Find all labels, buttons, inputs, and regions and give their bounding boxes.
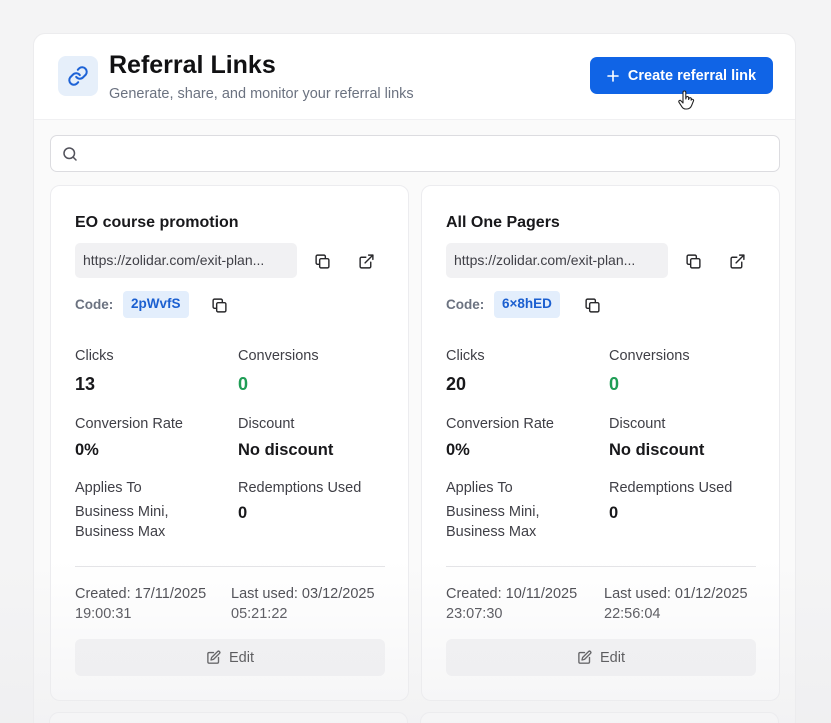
referral-url: https://zolidar.com/exit-plan... — [446, 243, 668, 278]
last-used-time: 05:21:22 — [231, 606, 288, 622]
edit-button[interactable]: Edit — [75, 639, 385, 676]
create-referral-link-label: Create referral link — [627, 67, 757, 84]
conversions-label: Conversions — [238, 348, 319, 364]
applies-to-line: Business Mini, — [75, 504, 169, 520]
edit-label: Edit — [229, 649, 254, 666]
hand-pointer-icon — [678, 90, 695, 110]
page-subtitle: Generate, share, and monitor your referr… — [109, 86, 414, 102]
search-icon — [63, 147, 77, 161]
code-badge: 2pWvfS — [123, 291, 189, 318]
last-used-timestamp: Last used: 03/12/2025 05:21:22 — [231, 584, 375, 624]
external-link-icon — [358, 253, 374, 269]
applies-to-label: Applies To — [75, 480, 142, 496]
card-divider — [446, 566, 756, 567]
last-used-date: Last used: 03/12/2025 — [231, 586, 375, 602]
conversions-label: Conversions — [609, 348, 690, 364]
create-referral-link-button[interactable]: Create referral link — [590, 57, 773, 94]
applies-to-line: Business Max — [446, 524, 537, 540]
created-timestamp: Created: 10/11/2025 23:07:30 — [446, 584, 577, 624]
created-timestamp: Created: 17/11/2025 19:00:31 — [75, 584, 206, 624]
redemptions-used-label: Redemptions Used — [609, 480, 733, 496]
search-input[interactable] — [87, 142, 767, 166]
last-used-time: 22:56:04 — [604, 606, 661, 622]
external-link-icon — [729, 253, 745, 269]
page-title: Referral Links — [109, 51, 276, 79]
redemptions-used-label: Redemptions Used — [238, 480, 362, 496]
next-card-peek — [49, 712, 408, 723]
copy-url-button[interactable] — [312, 251, 332, 271]
last-used-date: Last used: 01/12/2025 — [604, 586, 748, 602]
redemptions-used-value: 0 — [238, 504, 248, 522]
conversions-value: 0 — [609, 374, 620, 394]
conversion-rate-label: Conversion Rate — [446, 416, 554, 432]
created-date: Created: 17/11/2025 — [75, 586, 207, 602]
code-badge: 6×8hED — [494, 291, 560, 318]
plus-icon — [607, 69, 619, 82]
search-bar[interactable] — [50, 135, 780, 172]
open-link-button[interactable] — [356, 251, 376, 271]
created-date: Created: 10/11/2025 — [446, 586, 578, 602]
redemptions-used-value: 0 — [609, 504, 619, 522]
copy-icon — [584, 297, 600, 313]
applies-to-value: Business Mini, Business Max — [75, 502, 168, 542]
next-card-peek — [420, 712, 779, 723]
code-label: Code: — [75, 297, 114, 312]
conversion-rate-label: Conversion Rate — [75, 416, 183, 432]
applies-to-line: Business Max — [75, 524, 166, 540]
clicks-value: 20 — [446, 374, 467, 394]
link-icon — [58, 56, 98, 96]
open-link-button[interactable] — [727, 251, 747, 271]
card-title: All One Pagers — [446, 214, 560, 231]
edit-icon — [207, 650, 221, 664]
card-title: EO course promotion — [75, 214, 239, 231]
applies-to-line: Business Mini, — [446, 504, 540, 520]
edit-button[interactable]: Edit — [446, 639, 756, 676]
referral-url: https://zolidar.com/exit-plan... — [75, 243, 297, 278]
clicks-label: Clicks — [75, 348, 114, 364]
last-used-timestamp: Last used: 01/12/2025 22:56:04 — [604, 584, 748, 624]
clicks-label: Clicks — [446, 348, 485, 364]
copy-icon — [211, 297, 227, 313]
page-header: Referral Links Generate, share, and moni… — [34, 34, 795, 120]
referral-link-card: All One Pagers https://zolidar.com/exit-… — [421, 185, 780, 701]
card-divider — [75, 566, 385, 567]
referral-link-card: EO course promotion https://zolidar.com/… — [50, 185, 409, 701]
discount-value: No discount — [609, 441, 705, 459]
clicks-value: 13 — [75, 374, 96, 394]
created-time: 19:00:31 — [75, 606, 132, 622]
referral-links-panel: Referral Links Generate, share, and moni… — [33, 33, 796, 723]
applies-to-label: Applies To — [446, 480, 513, 496]
copy-icon — [314, 253, 330, 269]
copy-code-button[interactable] — [209, 295, 229, 315]
discount-value: No discount — [238, 441, 334, 459]
conversion-rate-value: 0% — [75, 441, 99, 459]
conversions-value: 0 — [238, 374, 249, 394]
copy-code-button[interactable] — [582, 295, 602, 315]
edit-label: Edit — [600, 649, 625, 666]
conversion-rate-value: 0% — [446, 441, 470, 459]
applies-to-value: Business Mini, Business Max — [446, 502, 539, 542]
discount-label: Discount — [238, 416, 295, 432]
code-label: Code: — [446, 297, 485, 312]
discount-label: Discount — [609, 416, 666, 432]
edit-icon — [578, 650, 592, 664]
copy-url-button[interactable] — [683, 251, 703, 271]
copy-icon — [685, 253, 701, 269]
created-time: 23:07:30 — [446, 606, 503, 622]
